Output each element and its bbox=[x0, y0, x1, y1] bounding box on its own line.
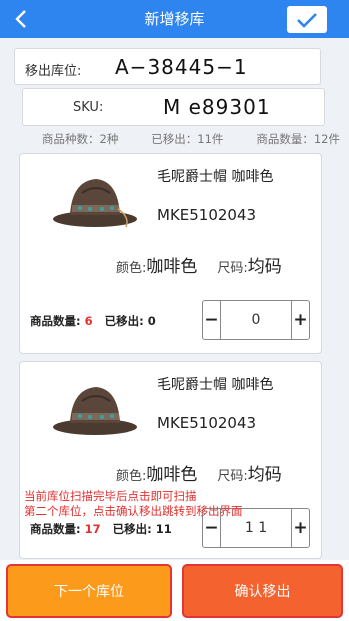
size-label: 尺码: bbox=[217, 469, 248, 484]
product-image bbox=[53, 387, 137, 435]
confirm-move-out-button[interactable]: 确认移出 bbox=[184, 566, 341, 616]
color-value: 咖啡色 bbox=[146, 465, 198, 485]
moved-label: 已移出: bbox=[104, 314, 144, 328]
summary-moved: 已移出：11件 bbox=[151, 132, 224, 146]
header-confirm-button[interactable] bbox=[287, 6, 327, 33]
minus-button[interactable]: − bbox=[203, 301, 221, 339]
item-counts: 商品数量: 17 已移出: 11 bbox=[30, 521, 172, 537]
item-counts: 商品数量: 6 已移出: 0 bbox=[30, 313, 156, 329]
size-value: 均码 bbox=[247, 465, 282, 485]
location-label: 移出库位: bbox=[25, 64, 82, 79]
sku-field[interactable]: SKU: M e89301 bbox=[22, 88, 325, 126]
product-image bbox=[53, 179, 137, 228]
location-value: A−38445−1 bbox=[115, 55, 248, 79]
next-location-button[interactable]: 下一个库位 bbox=[8, 566, 170, 616]
item-attributes: 颜色: 咖啡色 尺码: 均码 bbox=[116, 460, 316, 485]
hint-line-2: 第二个库位，点击确认移出跳转到移出界面 bbox=[24, 504, 243, 518]
qty-label: 商品数量: bbox=[30, 314, 81, 328]
item-code: MKE5102043 bbox=[157, 206, 257, 224]
stepper-value[interactable]: 0 bbox=[221, 301, 291, 339]
quantity-stepper[interactable]: − 0 + bbox=[202, 300, 310, 340]
moved-label: 已移出: bbox=[112, 522, 152, 536]
qty-value: 6 bbox=[84, 314, 93, 328]
summary-bar: 商品种数：2种 已移出：11件 商品数量：12件 bbox=[20, 131, 340, 147]
item-name: 毛呢爵士帽 咖啡色 bbox=[157, 377, 274, 393]
summary-kinds: 商品种数：2种 bbox=[42, 132, 119, 146]
moved-value: 0 bbox=[147, 314, 156, 328]
qty-value: 17 bbox=[84, 522, 101, 536]
location-field[interactable]: 移出库位: A−38445−1 bbox=[14, 48, 321, 85]
item-card[interactable]: 毛呢爵士帽 咖啡色 MKE5102043 颜色: 咖啡色 尺码: 均码 商品数量… bbox=[19, 361, 322, 559]
sku-label: SKU: bbox=[73, 100, 104, 115]
color-label: 颜色: bbox=[116, 469, 147, 484]
color-value: 咖啡色 bbox=[146, 257, 198, 277]
size-value: 均码 bbox=[247, 257, 282, 277]
header-bar: 新增移库 bbox=[0, 0, 349, 38]
qty-label: 商品数量: bbox=[30, 522, 81, 536]
item-name: 毛呢爵士帽 咖啡色 bbox=[157, 169, 274, 185]
sku-value: M e89301 bbox=[163, 95, 271, 119]
plus-button[interactable]: + bbox=[291, 301, 309, 339]
hint-line-1: 当前库位扫描完毕后点击即可扫描 bbox=[24, 489, 197, 503]
size-label: 尺码: bbox=[217, 261, 248, 276]
item-card[interactable]: 毛呢爵士帽 咖啡色 MKE5102043 颜色: 咖啡色 尺码: 均码 商品数量… bbox=[19, 153, 322, 354]
footer-bar: 下一个库位 确认移出 bbox=[0, 560, 349, 621]
check-icon bbox=[297, 12, 317, 28]
plus-button[interactable]: + bbox=[291, 509, 309, 547]
moved-value: 11 bbox=[155, 522, 172, 536]
color-label: 颜色: bbox=[116, 261, 147, 276]
item-attributes: 颜色: 咖啡色 尺码: 均码 bbox=[116, 252, 316, 277]
item-code: MKE5102043 bbox=[157, 414, 257, 432]
summary-quantity: 商品数量：12件 bbox=[256, 132, 340, 146]
